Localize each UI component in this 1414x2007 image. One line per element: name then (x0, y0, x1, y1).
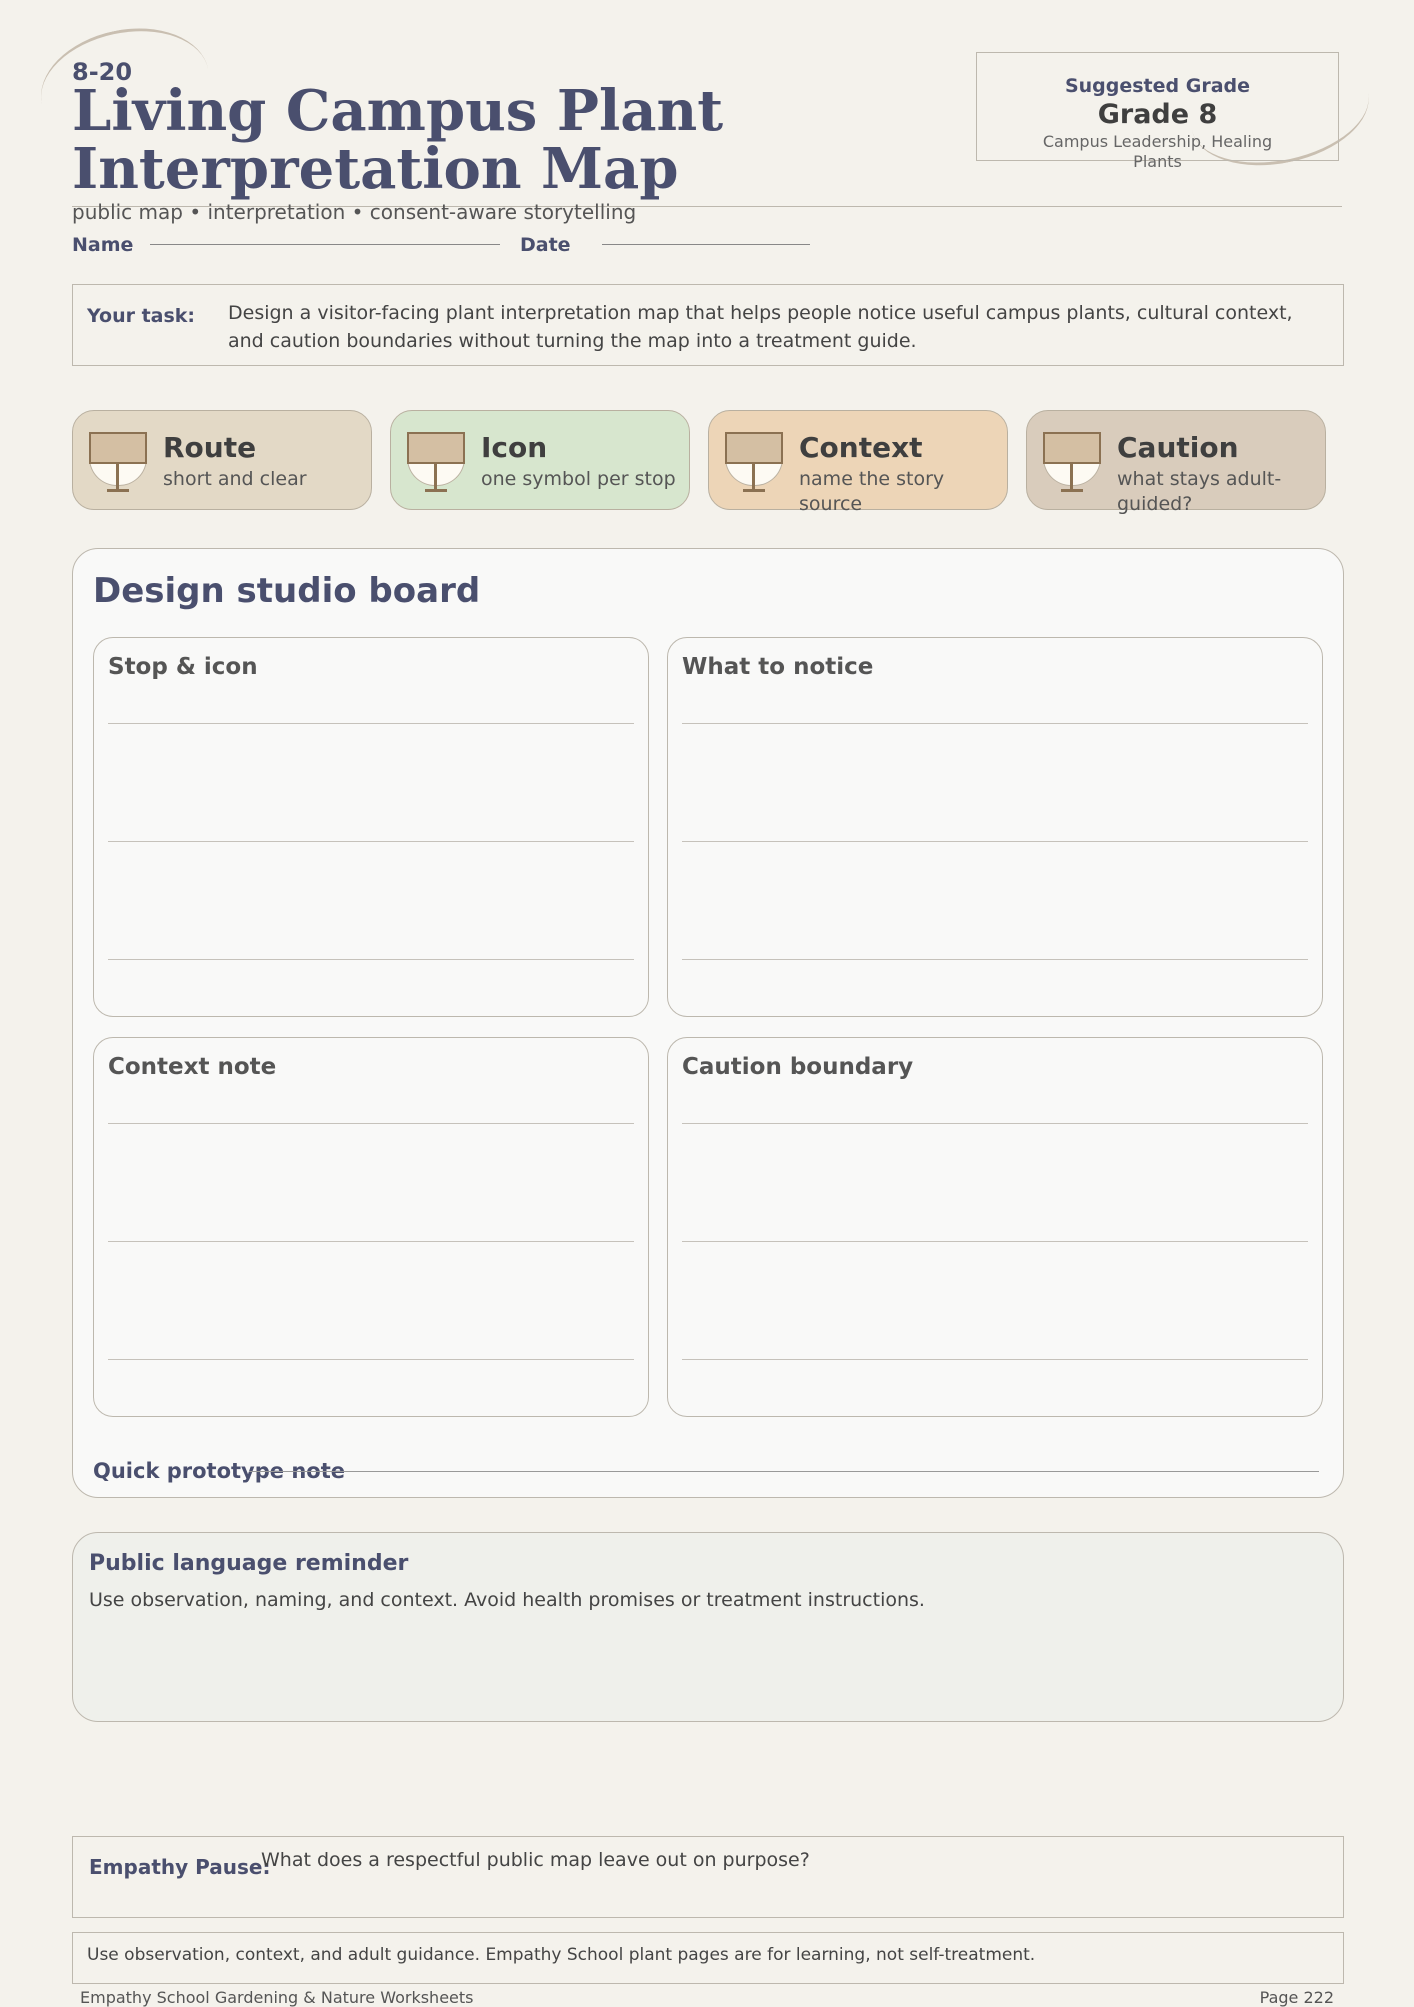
card-title: Context (799, 431, 923, 464)
panel-stop-icon[interactable]: Stop & icon (93, 637, 649, 1017)
panel-title: Context note (108, 1054, 277, 1080)
card-title: Caution (1117, 431, 1239, 464)
task-text: Design a visitor-facing plant interpreta… (228, 302, 1293, 352)
panel-title: Stop & icon (108, 654, 258, 680)
studio-title: Design studio board (93, 571, 481, 611)
panel-what-to-notice[interactable]: What to notice (667, 637, 1323, 1017)
card-route: Route short and clear (72, 410, 372, 510)
writing-line (682, 723, 1308, 724)
reminder-text: Use observation, naming, and context. Av… (89, 1589, 925, 1611)
writing-line (682, 1359, 1308, 1360)
panel-context-note[interactable]: Context note (93, 1037, 649, 1417)
writing-line (108, 1359, 634, 1360)
empathy-pause-text: What does a respectful public map leave … (261, 1849, 810, 1871)
empathy-pause-box: Empathy Pause: What does a respectful pu… (72, 1836, 1344, 1918)
card-subtitle: what stays adult-guided? (1117, 468, 1282, 515)
page-title: Living Campus Plant Interpretation Map (72, 82, 723, 198)
public-language-reminder: Public language reminder Use observation… (72, 1532, 1344, 1722)
design-studio-board: Design studio board Stop & icon What to … (72, 548, 1344, 1498)
prototype-note-line[interactable] (249, 1471, 1319, 1472)
card-subtitle: one symbol per stop (481, 468, 676, 490)
name-label: Name (72, 234, 134, 256)
writing-line (108, 1123, 634, 1124)
date-label: Date (520, 234, 571, 256)
task-box: Your task: Design a visitor-facing plant… (72, 284, 1344, 366)
card-caution: Caution what stays adult-guided? (1026, 410, 1326, 515)
page-subtitle: public map • interpretation • consent-aw… (72, 200, 637, 224)
title-line-1: Living Campus Plant (72, 78, 724, 144)
card-title: Icon (481, 431, 548, 464)
writing-line (682, 841, 1308, 842)
title-line-2: Interpretation Map (72, 136, 679, 202)
panel-title: Caution boundary (682, 1054, 914, 1080)
footer-series: Empathy School Gardening & Nature Worksh… (80, 1988, 474, 2007)
card-icon: Icon one symbol per stop (390, 410, 690, 510)
writing-line (108, 959, 634, 960)
grade-strand: Campus Leadership, Healing Plants (1042, 132, 1273, 171)
writing-line (682, 1241, 1308, 1242)
card-context: Context name the story source (708, 410, 1008, 515)
writing-line (682, 959, 1308, 960)
card-subtitle: name the story source (799, 468, 945, 515)
writing-line (108, 841, 634, 842)
writing-line (108, 723, 634, 724)
card-subtitle: short and clear (163, 468, 307, 490)
panel-title: What to notice (682, 654, 874, 680)
empathy-pause-label: Empathy Pause: (89, 1855, 271, 1879)
suggested-grade-box: Suggested Grade Grade 8 Campus Leadershi… (976, 52, 1339, 171)
reminder-title: Public language reminder (89, 1551, 409, 1576)
footer-page-number: Page 222 (1259, 1988, 1334, 2007)
safety-notice-box: Use observation, context, and adult guid… (72, 1932, 1344, 1984)
card-title: Route (163, 431, 257, 464)
grade-value: Grade 8 (1097, 99, 1218, 130)
date-field-line[interactable] (602, 244, 810, 245)
writing-line (682, 1123, 1308, 1124)
writing-line (108, 1241, 634, 1242)
safety-notice-text: Use observation, context, and adult guid… (87, 1945, 1036, 1965)
panel-caution-boundary[interactable]: Caution boundary (667, 1037, 1323, 1417)
grade-box-label: Suggested Grade (1064, 75, 1251, 97)
task-label: Your task: (87, 305, 196, 327)
name-field-line[interactable] (150, 244, 500, 245)
